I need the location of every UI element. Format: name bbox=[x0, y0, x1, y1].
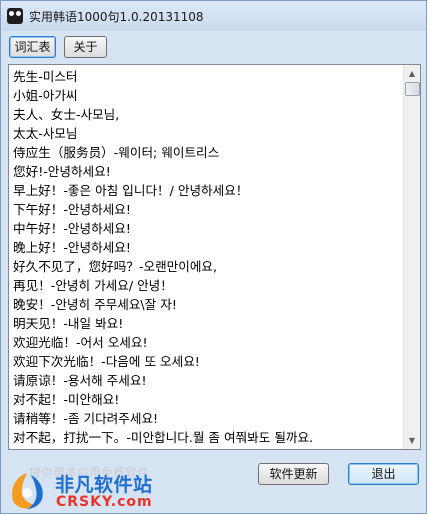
phrase-line: 您好!-안녕하세요! bbox=[13, 164, 111, 179]
phrase-line: 欢迎光临！-어서 오세요! bbox=[13, 335, 148, 350]
scroll-up-arrow-icon[interactable]: ▲ bbox=[404, 65, 420, 82]
panda-app-icon[interactable] bbox=[7, 8, 23, 24]
vocabulary-button[interactable]: 词汇表 bbox=[9, 36, 56, 58]
phrase-line: 明天见！-내일 봐요! bbox=[13, 316, 124, 331]
phrase-line: 请稍等！-좀 기다려주세요! bbox=[13, 411, 159, 426]
crsky-logo-icon bbox=[12, 473, 43, 509]
phrase-text-area[interactable]: 先生-미스터 小姐-아가씨 夫人、女士-사모님, 太太-사모님 侍应生（服务员）-웨이터… bbox=[8, 64, 421, 450]
crsky-watermark: 非凡软件站 CRSKY.com bbox=[5, 467, 165, 515]
phrase-line: 晚安！-안녕히 주무세요\잘 자! bbox=[13, 297, 177, 312]
phrase-line: 太太-사모님 bbox=[13, 126, 78, 141]
phrase-line: 请原谅！-용서해 주세요! bbox=[13, 373, 147, 388]
phrase-line: 对不起，打扰一下。-미안합니다.뭘 좀 여쭤봐도 될까요. bbox=[13, 430, 314, 445]
phrase-line: 对不起！-미안해요! bbox=[13, 392, 120, 407]
phrase-line: 下午好！-안녕하세요! bbox=[13, 202, 131, 217]
about-button[interactable]: 关于 bbox=[64, 36, 107, 58]
phrase-line: 好久不见了，您好吗？-오랜만이에요, bbox=[13, 259, 218, 274]
scroll-down-arrow-icon[interactable]: ▼ bbox=[404, 432, 420, 449]
watermark-name-cn: 非凡软件站 bbox=[55, 474, 153, 496]
phrase-line: 早上好！-좋은 아침 입니다！/ 안녕하세요！ bbox=[13, 183, 249, 198]
exit-button[interactable]: 退出 bbox=[348, 463, 419, 485]
window-title: 实用韩语1000句1.0.20131108 bbox=[29, 10, 204, 24]
title-bar[interactable]: 实用韩语1000句1.0.20131108 bbox=[1, 1, 426, 31]
update-software-button[interactable]: 软件更新 bbox=[258, 463, 329, 485]
phrase-line: 中午好！-안녕하세요! bbox=[13, 221, 131, 236]
phrase-line: 欢迎下次光临！-다음에 또 오세요! bbox=[13, 354, 200, 369]
phrase-line: 先生-미스터 bbox=[13, 69, 78, 84]
phrase-line: 再见！-안녕히 가세요/ 안녕！ bbox=[13, 278, 173, 293]
phrase-list: 先生-미스터 小姐-아가씨 夫人、女士-사모님, 太太-사모님 侍应生（服务员）-웨이터… bbox=[13, 67, 403, 447]
watermark-name-en: CRSKY.com bbox=[56, 494, 153, 510]
scroll-thumb[interactable] bbox=[405, 82, 420, 96]
phrase-line: 侍应生（服务员）-웨이터; 웨이트리스 bbox=[13, 145, 220, 160]
phrase-line: 晚上好！-안녕하세요! bbox=[13, 240, 131, 255]
phrase-line: 夫人、女士-사모님, bbox=[13, 107, 120, 122]
app-window: 实用韩语1000句1.0.20131108 词汇表 关于 先生-미스터 小姐-아가… bbox=[0, 0, 427, 514]
vertical-scrollbar[interactable]: ▲ ▼ bbox=[403, 65, 420, 449]
phrase-line: 小姐-아가씨 bbox=[13, 88, 78, 103]
